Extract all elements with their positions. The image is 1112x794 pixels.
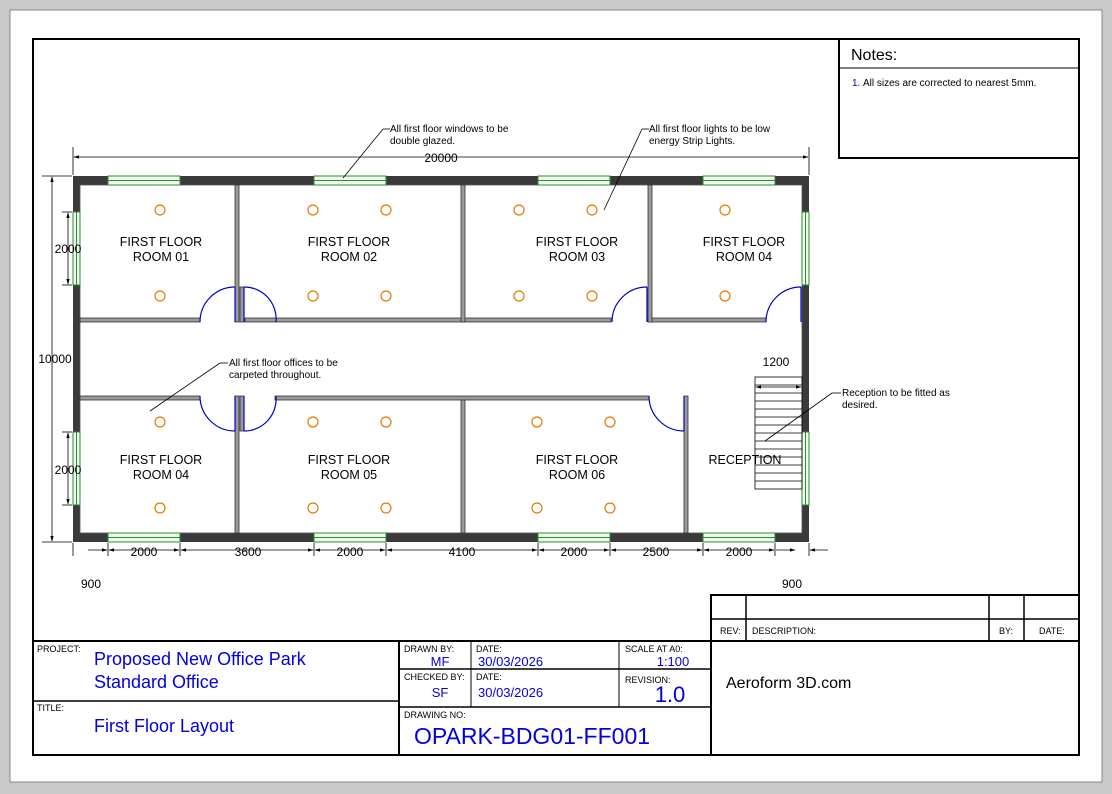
room-label-03: FIRST FLOOR bbox=[536, 235, 618, 249]
notes-heading: Notes: bbox=[851, 47, 897, 64]
project-label: PROJECT: bbox=[37, 644, 81, 654]
room-label-06: FIRST FLOOR bbox=[536, 453, 618, 467]
room-label-01: FIRST FLOOR bbox=[120, 235, 202, 249]
drawn-by-label: DRAWN BY: bbox=[404, 644, 454, 654]
wall-north bbox=[73, 176, 809, 185]
room-label-06-num: ROOM 06 bbox=[549, 468, 605, 482]
drawn-by-value: MF bbox=[431, 654, 450, 669]
dim-bottom-5: 2000 bbox=[561, 545, 588, 559]
project-line-2: Standard Office bbox=[94, 672, 219, 692]
scale-label: SCALE AT A0: bbox=[625, 644, 683, 654]
dim-bottom-2: 3600 bbox=[235, 545, 262, 559]
drawing-title: First Floor Layout bbox=[94, 716, 234, 736]
rev-label: REV: bbox=[720, 626, 741, 636]
room-label-04b: FIRST FLOOR bbox=[120, 453, 202, 467]
dim-offset-left: 900 bbox=[81, 577, 101, 591]
room-label-04-num: ROOM 04 bbox=[716, 250, 772, 264]
dim-window-left-top: 2000 bbox=[55, 242, 82, 256]
note-windows-l1: All first floor windows to be bbox=[390, 124, 509, 135]
dim-overall-height: 10000 bbox=[38, 352, 72, 366]
room-label-01-num: ROOM 01 bbox=[133, 250, 189, 264]
note-offices-l2: carpeted throughout. bbox=[229, 370, 321, 381]
note-text: All sizes are corrected to nearest 5mm. bbox=[863, 78, 1036, 89]
project-line-1: Proposed New Office Park bbox=[94, 649, 307, 669]
room-label-03-num: ROOM 03 bbox=[549, 250, 605, 264]
reception-label: RECEPTION bbox=[709, 453, 782, 467]
checked-by-value: SF bbox=[432, 685, 449, 700]
note-lights-l1: All first floor lights to be low bbox=[649, 124, 771, 135]
date-label-2: DATE: bbox=[476, 672, 502, 682]
dim-bottom-6: 2500 bbox=[643, 545, 670, 559]
title-label: TITLE: bbox=[37, 703, 64, 713]
dim-overall-width: 20000 bbox=[424, 151, 458, 165]
dim-stair: 1200 bbox=[763, 355, 790, 369]
notes-box: Notes: 1. All sizes are corrected to nea… bbox=[838, 38, 1080, 159]
scale-value: 1:100 bbox=[657, 654, 690, 669]
note-reception-l1: Reception to be fitted as bbox=[842, 388, 950, 399]
note-reception-l2: desired. bbox=[842, 400, 878, 411]
room-label-04b-num: ROOM 04 bbox=[133, 468, 189, 482]
room-label-05-num: ROOM 05 bbox=[321, 468, 377, 482]
room-label-04: FIRST FLOOR bbox=[703, 235, 785, 249]
date-value-1: 30/03/2026 bbox=[478, 654, 543, 669]
dim-bottom-3: 2000 bbox=[337, 545, 364, 559]
dim-bottom-7: 2000 bbox=[726, 545, 753, 559]
room-label-05: FIRST FLOOR bbox=[308, 453, 390, 467]
drawing-number: OPARK-BDG01-FF001 bbox=[414, 723, 650, 749]
drawing-sheet: Notes: 1. All sizes are corrected to nea… bbox=[9, 9, 1103, 783]
date-label-1: DATE: bbox=[476, 644, 502, 654]
room-label-02: FIRST FLOOR bbox=[308, 235, 390, 249]
note-offices-l1: All first floor offices to be bbox=[229, 358, 338, 369]
revision-table: REV: DESCRIPTION: BY: DATE: bbox=[710, 594, 1080, 642]
wall-south bbox=[73, 533, 809, 542]
date-value-2: 30/03/2026 bbox=[478, 685, 543, 700]
dim-offset-right: 900 bbox=[782, 577, 802, 591]
revision-value: 1.0 bbox=[655, 682, 686, 707]
by-label: BY: bbox=[999, 626, 1013, 636]
description-label: DESCRIPTION: bbox=[752, 626, 816, 636]
dim-bottom-4: 4100 bbox=[449, 545, 476, 559]
dim-bottom-1: 2000 bbox=[131, 545, 158, 559]
note-windows-l2: double glazed. bbox=[390, 136, 455, 147]
note-lights-l2: energy Strip Lights. bbox=[649, 136, 735, 147]
room-label-02-num: ROOM 02 bbox=[321, 250, 377, 264]
dim-window-left-bottom: 2000 bbox=[55, 463, 82, 477]
checked-by-label: CHECKED BY: bbox=[404, 672, 465, 682]
drawing-no-label: DRAWING NO: bbox=[404, 710, 466, 720]
date-label: DATE: bbox=[1039, 626, 1065, 636]
company-name: Aeroform 3D.com bbox=[726, 675, 851, 692]
note-number: 1. bbox=[852, 78, 860, 89]
